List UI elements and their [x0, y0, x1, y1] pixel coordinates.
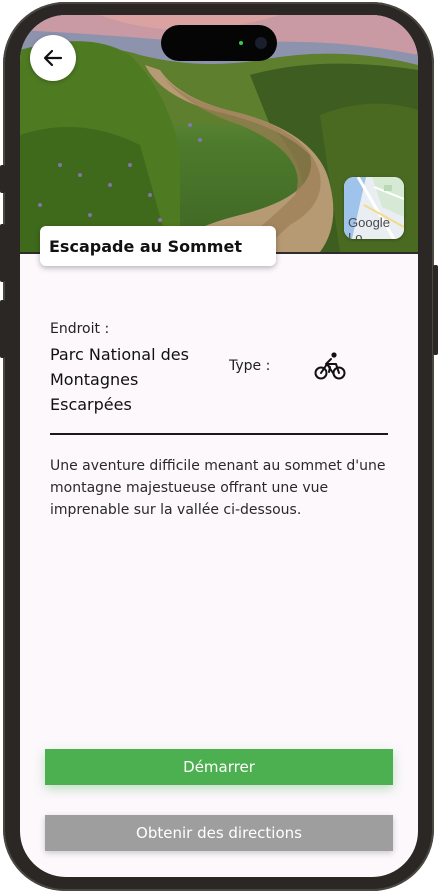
arrow-left-icon: [43, 49, 63, 67]
page-title: Escapade au Sommet: [49, 236, 242, 256]
map-thumbnail-text: Google Lo: [348, 215, 390, 239]
trail-description: Une aventure difficile menant au sommet …: [50, 458, 386, 518]
location-label: Endroit :: [50, 321, 110, 337]
dynamic-island: [161, 25, 277, 61]
front-camera: [255, 37, 267, 49]
side-button-left-3: [0, 300, 5, 358]
location-value: Parc National des Montagnes Escarpées: [50, 345, 189, 414]
back-button[interactable]: [30, 35, 76, 81]
map-thumbnail[interactable]: Google Lo: [344, 177, 404, 239]
get-directions-button[interactable]: Obtenir des directions: [45, 815, 393, 851]
section-divider: [50, 433, 388, 435]
app-screen: Google Lo Escapade au Sommet Endroit : P…: [20, 15, 418, 877]
side-button-left-2: [0, 224, 5, 282]
bicycle-icon: [314, 352, 346, 380]
side-button-right: [433, 265, 438, 355]
side-button-left-1: [0, 165, 5, 193]
type-label: Type :: [229, 358, 271, 374]
start-button[interactable]: Démarrer: [45, 749, 393, 785]
title-card: Escapade au Sommet: [40, 226, 276, 266]
camera-indicator-dot: [239, 41, 243, 45]
